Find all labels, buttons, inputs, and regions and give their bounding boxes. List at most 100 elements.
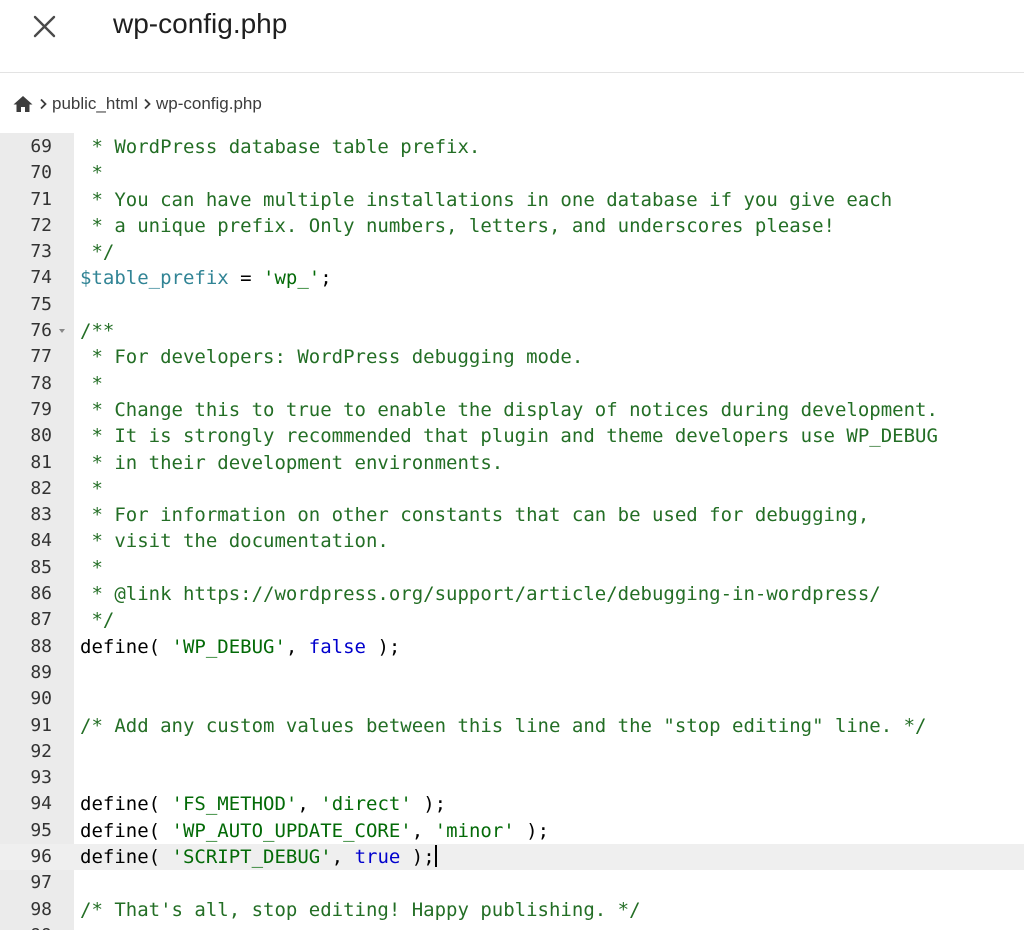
code-token-comment: * WordPress database table prefix. — [80, 136, 481, 158]
code-line[interactable]: 95 define( 'WP_AUTO_UPDATE_CORE', 'minor'… — [0, 818, 1024, 844]
code-line[interactable]: 72 * a unique prefix. Only numbers, lett… — [0, 213, 1024, 239]
line-number: 70 — [30, 162, 52, 184]
code-token-comment: * — [80, 477, 103, 500]
code-line[interactable]: 81 * in their development environments. — [0, 450, 1024, 476]
code-lines: 69 * WordPress database table prefix. 70 … — [0, 134, 1024, 930]
close-icon — [33, 15, 56, 38]
code-line[interactable]: 79 * Change this to true to enable the d… — [0, 397, 1024, 423]
code-line[interactable]: 97 — [0, 870, 1024, 896]
code-token-comment: /** — [80, 320, 115, 343]
code-line[interactable]: 76 /** — [0, 318, 1024, 344]
code-line[interactable]: 83 * For information on other constants … — [0, 502, 1024, 528]
line-number: 89 — [30, 661, 52, 683]
code-text: /** — [80, 318, 114, 344]
code-text: * — [80, 160, 102, 186]
line-number: 88 — [30, 635, 52, 657]
code-text: * in their development environments. — [80, 450, 503, 476]
code-token-string: 'direct' — [320, 793, 412, 816]
code-line[interactable]: 73 */ — [0, 239, 1024, 265]
code-token-plain: ); — [366, 635, 401, 658]
breadcrumb: public_html wp-config.php — [12, 93, 262, 115]
code-token-plain: , — [411, 819, 435, 842]
code-text: */ — [80, 239, 114, 265]
title-bar: wp-config.php — [0, 0, 1024, 73]
code-token-comment: * in their development environments. — [80, 451, 504, 474]
code-text: define( 'WP_AUTO_UPDATE_CORE', 'minor' )… — [80, 818, 549, 844]
code-token-comment: * You can have multiple installations in… — [80, 188, 893, 211]
line-number: 77 — [30, 346, 52, 368]
code-token-plain: ); — [411, 793, 447, 816]
code-line[interactable]: 78 * — [0, 371, 1024, 397]
code-line[interactable]: 87 */ — [0, 607, 1024, 633]
code-line[interactable]: 84 * visit the documentation. — [0, 528, 1024, 554]
code-line[interactable]: 93 — [0, 765, 1024, 791]
line-number: 71 — [30, 188, 52, 210]
code-token-plain: define( — [80, 793, 172, 816]
code-line[interactable]: 74 $table_prefix = 'wp_'; — [0, 265, 1024, 291]
line-number: 81 — [30, 451, 52, 473]
line-number: 91 — [30, 714, 52, 736]
code-token-plain: ); — [400, 846, 435, 869]
code-token-string: 'WP_AUTO_UPDATE_CORE' — [171, 819, 412, 842]
code-token-string: 'WP_DEBUG' — [171, 635, 286, 658]
code-line[interactable]: 71 * You can have multiple installations… — [0, 187, 1024, 213]
code-line[interactable]: 75 — [0, 292, 1024, 318]
code-token-comment: * visit the documentation. — [80, 530, 389, 553]
line-number: 76 — [30, 320, 52, 342]
line-number: 69 — [30, 136, 52, 157]
code-line[interactable]: 86 * @link https://wordpress.org/support… — [0, 581, 1024, 607]
breadcrumb-item-public-html[interactable]: public_html — [52, 94, 138, 114]
line-number: 98 — [30, 898, 52, 920]
code-token-comment: * — [80, 372, 103, 395]
code-line[interactable]: 80 * It is strongly recommended that plu… — [0, 423, 1024, 449]
code-line[interactable]: 70 * — [0, 160, 1024, 186]
code-line[interactable]: 90 — [0, 686, 1024, 712]
code-line[interactable]: 77 * For developers: WordPress debugging… — [0, 344, 1024, 370]
code-text: * Change this to true to enable the disp… — [80, 397, 938, 423]
code-text: * a unique prefix. Only numbers, letters… — [80, 213, 835, 239]
chevron-right-icon — [34, 94, 52, 114]
code-token-comment: /* That's all, stop editing! Happy publi… — [80, 898, 641, 921]
code-token-plain: define( — [80, 819, 172, 842]
line-number: 95 — [30, 819, 52, 841]
code-token-constant: false — [308, 635, 366, 658]
code-line[interactable]: 82 * — [0, 476, 1024, 502]
code-line[interactable]: 99 — [0, 923, 1024, 930]
line-number: 72 — [30, 214, 52, 236]
code-line[interactable]: 92 — [0, 739, 1024, 765]
close-button[interactable] — [26, 8, 66, 48]
code-line[interactable]: 88 define( 'WP_DEBUG', false ); — [0, 634, 1024, 660]
code-text: * — [80, 555, 103, 581]
code-line[interactable]: 91 /* Add any custom values between this … — [0, 713, 1024, 739]
breadcrumb-item-wp-config[interactable]: wp-config.php — [156, 94, 262, 114]
home-icon[interactable] — [12, 94, 34, 114]
code-token-string: 'wp_' — [263, 267, 321, 290]
code-token-plain: , — [285, 635, 309, 658]
code-text: define( 'WP_DEBUG', false ); — [80, 634, 400, 660]
code-line[interactable]: 94 define( 'FS_METHOD', 'direct' ); — [0, 791, 1024, 817]
breadcrumb-bar: public_html wp-config.php — [0, 73, 1024, 133]
code-line[interactable]: 85 * — [0, 555, 1024, 581]
code-token-string: 'minor' — [434, 819, 515, 842]
code-token-plain: define( — [80, 635, 172, 658]
fold-arrow-icon[interactable] — [59, 329, 65, 334]
code-token-plain: define( — [80, 846, 172, 869]
line-number: 74 — [30, 267, 52, 289]
code-text: /* That's all, stop editing! Happy publi… — [80, 897, 641, 923]
code-text: * WordPress database table prefix. — [80, 134, 480, 160]
line-number: 80 — [30, 425, 52, 447]
code-text: * — [80, 371, 103, 397]
code-line[interactable]: 96 define( 'SCRIPT_DEBUG', true ); — [0, 844, 1024, 871]
code-token-variable: $table_prefix — [80, 267, 229, 290]
code-token-comment: */ — [80, 241, 115, 264]
line-number: 97 — [30, 872, 52, 894]
line-number: 78 — [30, 372, 52, 394]
code-line[interactable]: 69 * WordPress database table prefix. — [0, 134, 1024, 160]
code-editor[interactable]: 69 * WordPress database table prefix. 70 … — [0, 133, 1024, 930]
code-line[interactable]: 89 — [0, 660, 1024, 686]
code-text: * You can have multiple installations in… — [80, 187, 892, 213]
line-number: 99 — [0, 923, 52, 930]
code-line[interactable]: 98 /* That's all, stop editing! Happy pub… — [0, 897, 1024, 923]
code-text: * @link https://wordpress.org/support/ar… — [80, 581, 880, 607]
code-token-comment: * — [80, 556, 103, 579]
